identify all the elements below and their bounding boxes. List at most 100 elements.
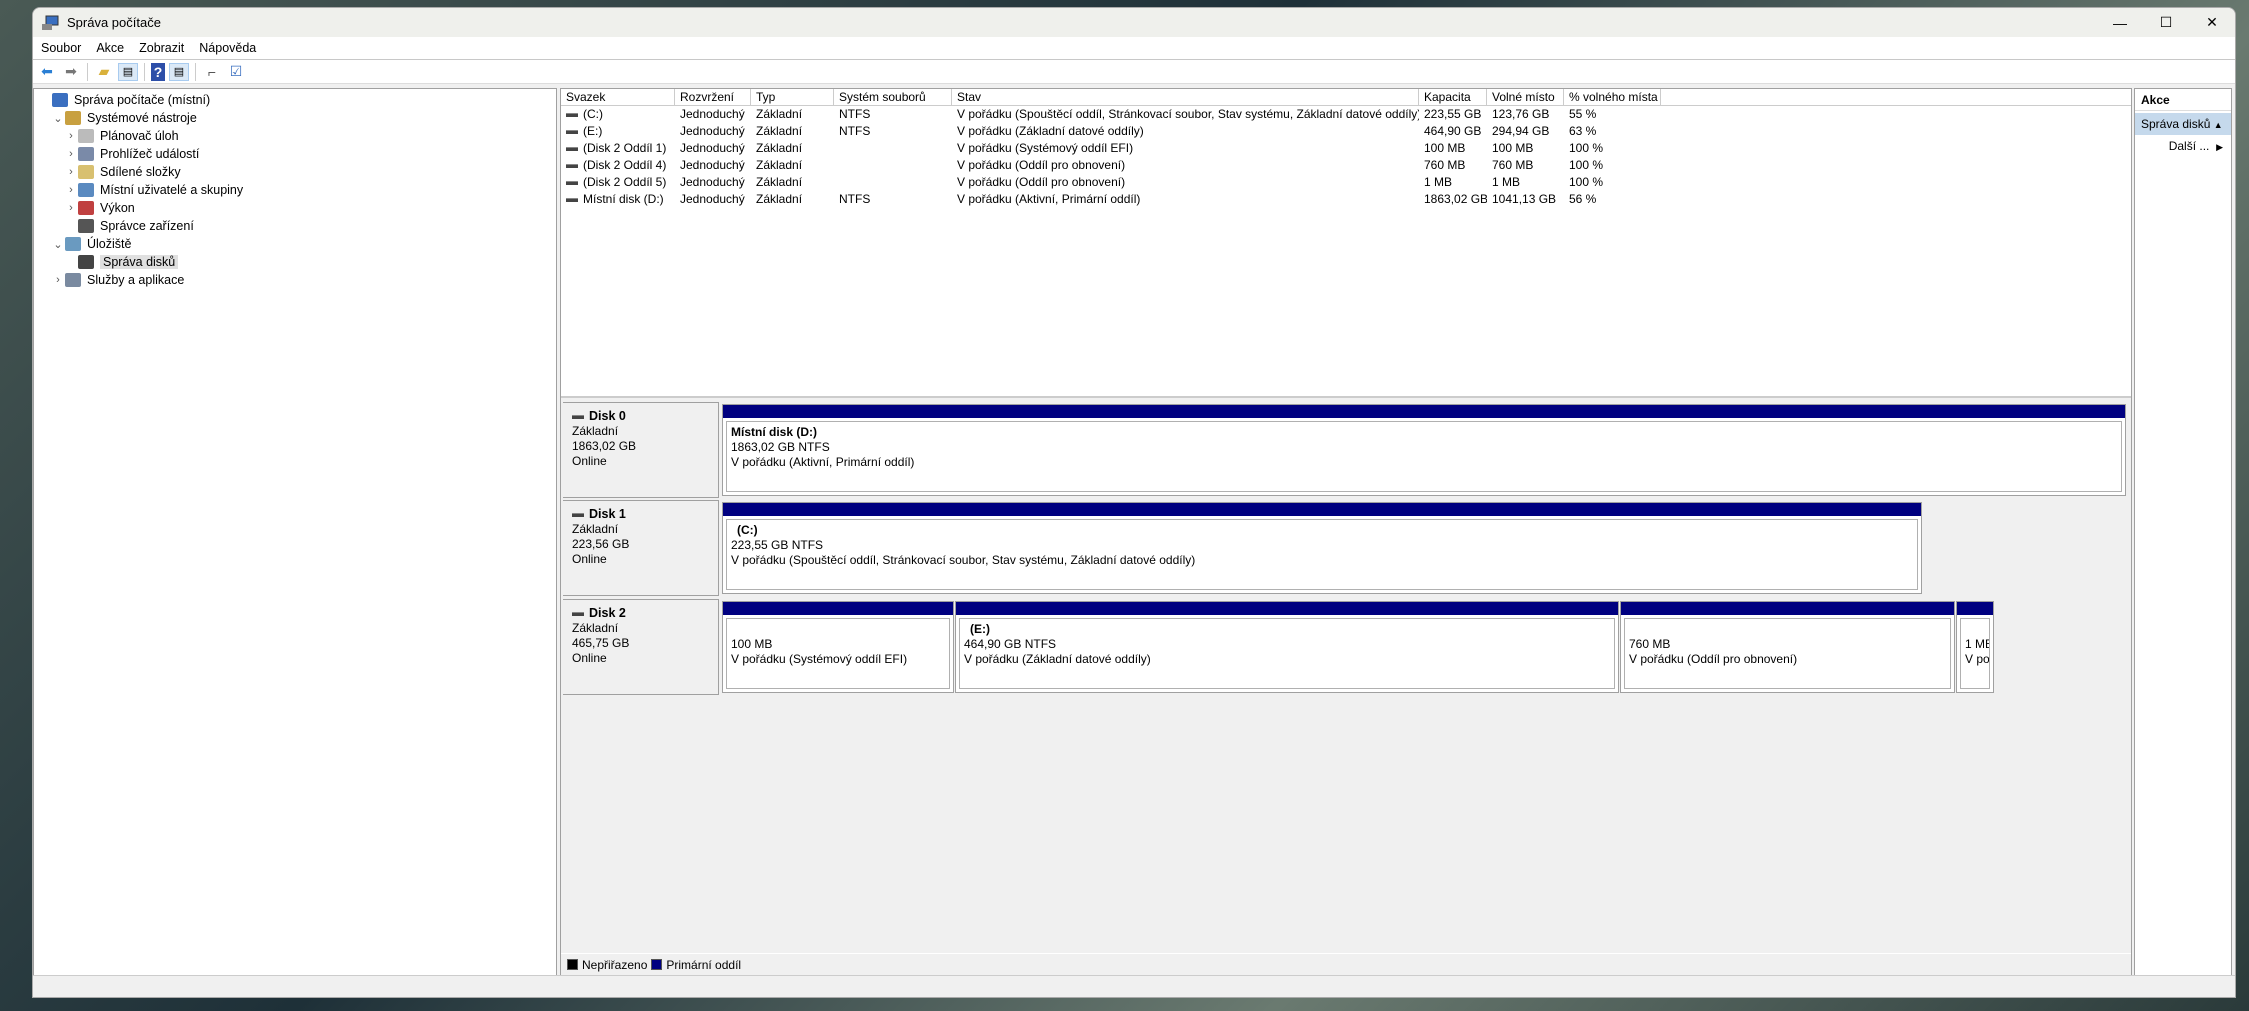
disk-size: 1863,02 GB bbox=[572, 439, 637, 453]
column-header-status[interactable]: Stav bbox=[952, 89, 1419, 105]
partition-size: 1 MB bbox=[1965, 637, 1989, 651]
cell-text: Základní bbox=[756, 192, 803, 206]
cell-text: Základní bbox=[756, 107, 803, 121]
legend-swatch-primary bbox=[651, 959, 663, 970]
column-header-percent-free[interactable]: % volného místa bbox=[1564, 89, 1661, 105]
tree-item[interactable]: › Výkon bbox=[34, 199, 556, 217]
table-row[interactable]: (Disk 2 Oddíl 1) Jednoduchý Základní V pořá… bbox=[561, 140, 2131, 157]
tree-item[interactable]: ⌄ Úložiště bbox=[34, 235, 556, 253]
expand-toggle-icon[interactable]: › bbox=[64, 130, 78, 142]
minimize-button[interactable]: — bbox=[2097, 8, 2143, 37]
expand-toggle-icon[interactable]: ⌄ bbox=[51, 238, 65, 251]
table-row[interactable]: (Disk 2 Oddíl 5) Jednoduchý Základní V pořá… bbox=[561, 174, 2131, 191]
tree-item-label: Správa disků bbox=[100, 255, 179, 269]
tree-item-label: Místní uživatelé a skupiny bbox=[100, 183, 244, 197]
table-cell: V pořádku (Aktivní, Primární oddíl) bbox=[952, 191, 1419, 208]
expand-toggle-icon[interactable]: › bbox=[51, 274, 65, 286]
tree-node-icon bbox=[65, 237, 81, 251]
partition-title bbox=[1629, 622, 1946, 637]
table-cell: NTFS bbox=[834, 191, 952, 208]
partition-info: 760 MB V pořádku (Oddíl pro obnovení) bbox=[1624, 618, 1951, 689]
menu-akce[interactable]: Akce bbox=[96, 41, 124, 55]
tree-item[interactable]: › Sdílené složky bbox=[34, 163, 556, 181]
actions-section-disk-management[interactable]: Správa disků ▲ bbox=[2135, 113, 2231, 135]
toolbar-separator bbox=[195, 62, 196, 81]
partition-block[interactable]: (C:) 223,55 GB NTFS V pořádku (Spouštěcí o… bbox=[722, 502, 1922, 594]
table-row[interactable]: (Disk 2 Oddíl 4) Jednoduchý Základní V pořá… bbox=[561, 157, 2131, 174]
partition-block[interactable]: 760 MB V pořádku (Oddíl pro obnovení) bbox=[1620, 601, 1955, 693]
cell-text: V pořádku (Spouštěcí oddíl, Stránkovací … bbox=[957, 107, 1419, 121]
column-header-type[interactable]: Typ bbox=[751, 89, 834, 105]
table-cell: Základní bbox=[751, 140, 834, 157]
table-cell: 760 MB bbox=[1419, 157, 1487, 174]
expand-toggle-icon[interactable]: › bbox=[64, 166, 78, 178]
table-cell: Jednoduchý bbox=[675, 191, 751, 208]
show-hide-action-icon[interactable]: ▤ bbox=[169, 62, 189, 81]
legend: Nepřiřazeno Primární oddíl bbox=[561, 953, 2131, 975]
table-cell: Místní disk (D:) bbox=[561, 191, 675, 208]
partition-block[interactable]: (E:) 464,90 GB NTFS V pořádku (Základní da… bbox=[955, 601, 1619, 693]
tree-item[interactable]: › Prohlížeč událostí bbox=[34, 145, 556, 163]
disk-label[interactable]: Disk 1 Základní 223,56 GB Online bbox=[563, 500, 719, 596]
tree-item[interactable]: › Služby a aplikace bbox=[34, 271, 556, 289]
tree-item[interactable]: › Místní uživatelé a skupiny bbox=[34, 181, 556, 199]
table-row[interactable]: Místní disk (D:) Jednoduchý Základní NTFS V … bbox=[561, 191, 2131, 208]
table-row[interactable]: (C:) Jednoduchý Základní NTFS V pořádku (Spo… bbox=[561, 106, 2131, 123]
cell-text: (E:) bbox=[583, 124, 603, 138]
tree-item[interactable]: › Plánovač úloh bbox=[34, 127, 556, 145]
disk-label[interactable]: Disk 2 Základní 465,75 GB Online bbox=[563, 599, 719, 695]
expand-toggle-icon[interactable]: ⌄ bbox=[51, 112, 65, 125]
tree-item[interactable]: Správa disků bbox=[34, 253, 556, 271]
help-icon[interactable]: ? bbox=[151, 62, 165, 81]
back-icon[interactable]: ⬅ bbox=[37, 63, 57, 81]
collapse-up-icon: ▲ bbox=[2213, 120, 2223, 130]
menu-napoveda[interactable]: Nápověda bbox=[199, 41, 256, 55]
disk-icon bbox=[572, 512, 584, 517]
tree-item-label: Prohlížeč událostí bbox=[100, 147, 200, 161]
tree-item-label: Správa počítače (místní) bbox=[74, 93, 211, 107]
show-hide-tree-icon[interactable]: ▤ bbox=[118, 62, 138, 81]
column-header-free-space[interactable]: Volné místo bbox=[1487, 89, 1564, 105]
forward-icon[interactable]: ➡ bbox=[61, 63, 81, 81]
table-cell: Jednoduchý bbox=[675, 174, 751, 191]
table-cell: 464,90 GB bbox=[1419, 123, 1487, 140]
expand-toggle-icon[interactable]: › bbox=[64, 184, 78, 196]
table-cell: (E:) bbox=[561, 123, 675, 140]
actions-more[interactable]: Další ... ▶ bbox=[2135, 135, 2231, 157]
table-cell: Základní bbox=[751, 123, 834, 140]
properties-icon[interactable]: ☑ bbox=[226, 63, 246, 81]
cell-text: Místní disk (D:) bbox=[583, 192, 664, 206]
column-header-layout[interactable]: Rozvržení bbox=[675, 89, 751, 105]
cell-text: (Disk 2 Oddíl 1) bbox=[583, 141, 667, 155]
partition-block[interactable]: Místní disk (D:) 1863,02 GB NTFS V pořádku… bbox=[722, 404, 2126, 496]
column-header-filesystem[interactable]: Systém souborů bbox=[834, 89, 952, 105]
expand-toggle-icon[interactable]: › bbox=[64, 148, 78, 160]
menu-bar: Soubor Akce Zobrazit Nápověda bbox=[33, 37, 2235, 60]
menu-zobrazit[interactable]: Zobrazit bbox=[139, 41, 184, 55]
partition-block[interactable]: 1 MBV pořádku (Oddíl pro obnovení) bbox=[1956, 601, 1994, 693]
table-cell: 223,55 GB bbox=[1419, 106, 1487, 123]
cell-text: 760 MB bbox=[1492, 158, 1534, 172]
close-button[interactable]: ✕ bbox=[2189, 8, 2235, 37]
cell-text: Jednoduchý bbox=[680, 107, 745, 121]
up-folder-icon[interactable]: ▰ bbox=[94, 63, 114, 81]
tree-item[interactable]: Správa počítače (místní) bbox=[34, 91, 556, 109]
column-header-volume[interactable]: Svazek bbox=[561, 89, 675, 105]
cell-text: 1863,02 GB bbox=[1424, 192, 1487, 206]
table-row[interactable]: (E:) Jednoduchý Základní NTFS V pořádku (Zák… bbox=[561, 123, 2131, 140]
primary-partition-bar bbox=[723, 503, 1921, 516]
tree-item[interactable]: Správce zařízení bbox=[34, 217, 556, 235]
disk-size: 465,75 GB bbox=[572, 636, 630, 650]
partition-title bbox=[1965, 622, 1985, 637]
connect-icon[interactable]: ⌐ bbox=[202, 63, 222, 81]
expand-toggle-icon[interactable]: › bbox=[64, 202, 78, 214]
maximize-button[interactable]: ☐ bbox=[2143, 8, 2189, 37]
disk-label[interactable]: Disk 0 Základní 1863,02 GB Online bbox=[563, 402, 719, 498]
cell-text: NTFS bbox=[839, 124, 871, 138]
column-header-capacity[interactable]: Kapacita bbox=[1419, 89, 1487, 105]
cell-text: (Disk 2 Oddíl 5) bbox=[583, 175, 667, 189]
tree-item[interactable]: ⌄ Systémové nástroje bbox=[34, 109, 556, 127]
menu-soubor[interactable]: Soubor bbox=[41, 41, 81, 55]
partition-state: V pořádku (Aktivní, Primární oddíl) bbox=[731, 455, 915, 469]
partition-block[interactable]: 100 MB V pořádku (Systémový oddíl EFI) bbox=[722, 601, 954, 693]
